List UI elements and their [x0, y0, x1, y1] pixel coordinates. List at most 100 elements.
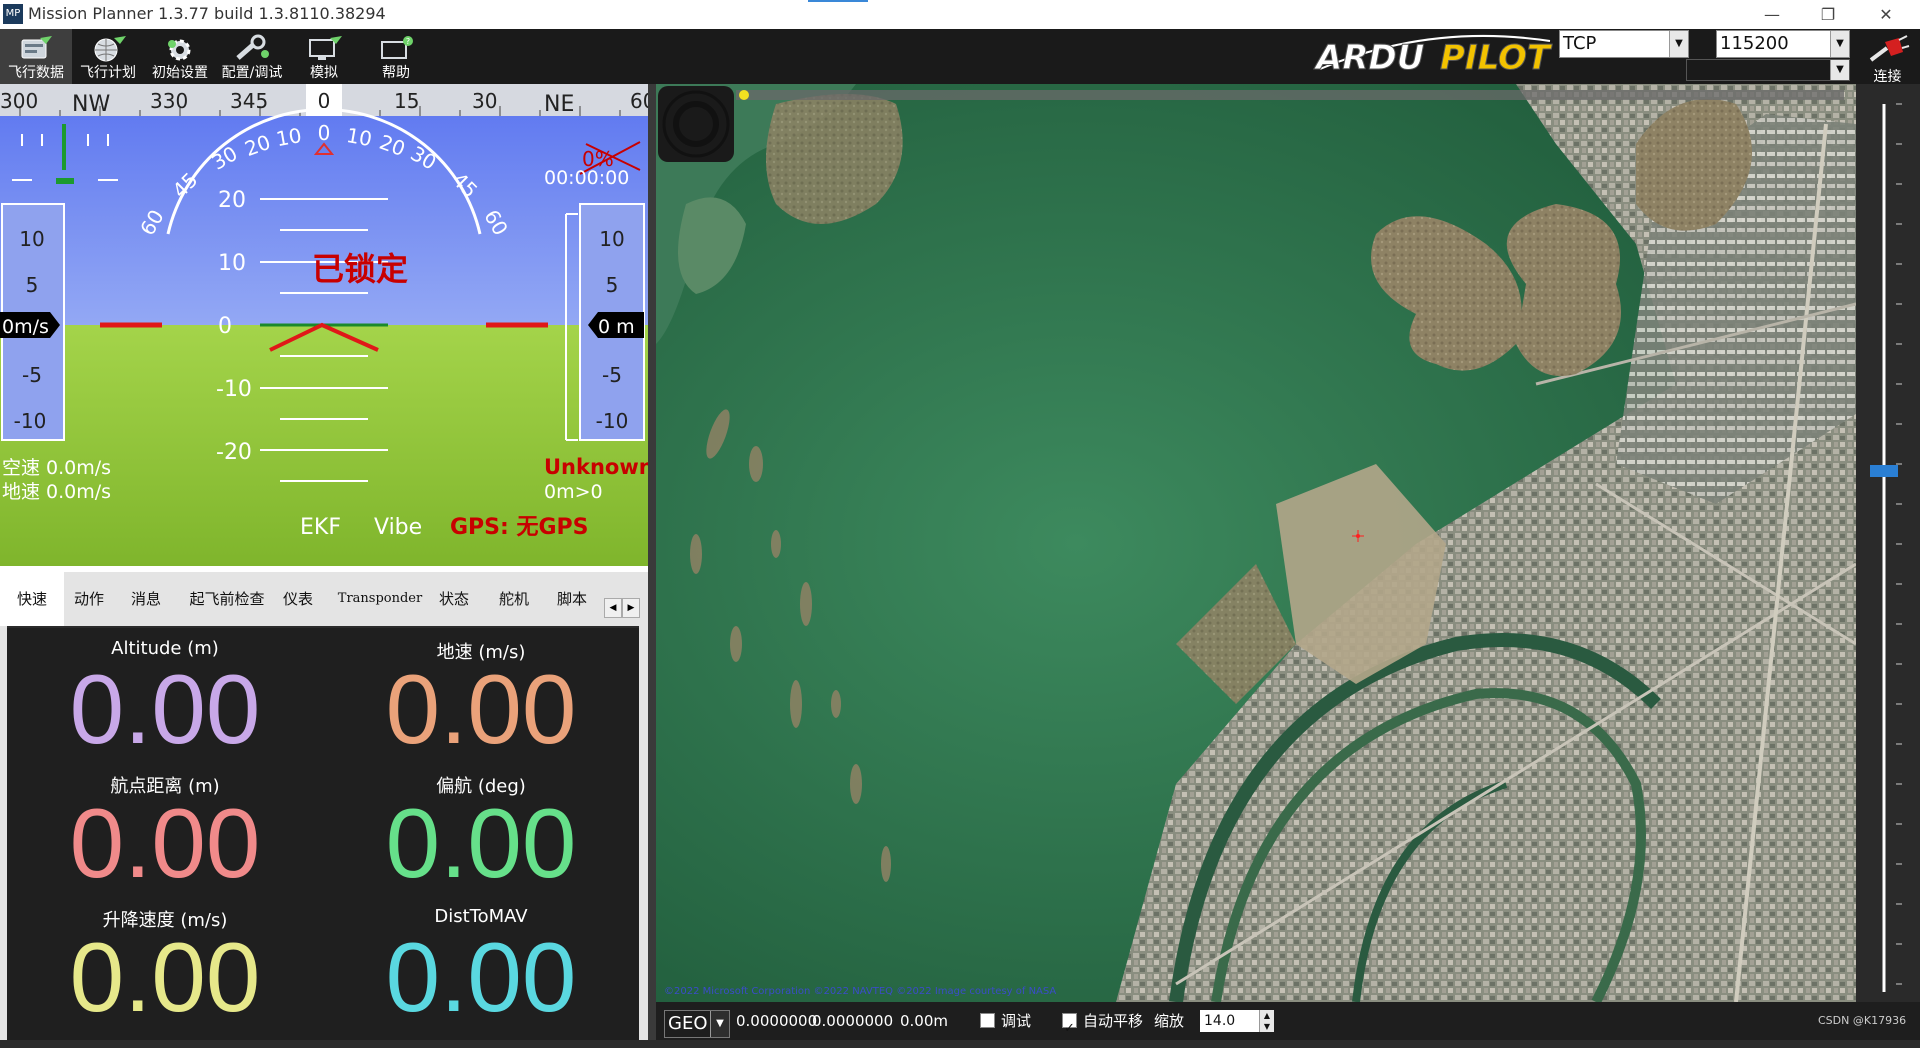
simulation-button[interactable]: 模拟 [288, 29, 360, 84]
armed-status: 已锁定 [312, 250, 408, 288]
roll-tick: 0 [318, 121, 331, 145]
quick-value: 0.00 [385, 654, 577, 764]
chevron-down-icon[interactable]: ▼ [1830, 60, 1849, 80]
tab-scripts[interactable]: 脚本 [548, 572, 596, 626]
title-accent-line [808, 0, 868, 2]
help-button[interactable]: ? 帮助 [360, 29, 432, 84]
baud-rate-select[interactable]: 115200 ▼ [1716, 30, 1850, 58]
ekf-indicator[interactable]: EKF [300, 515, 341, 540]
groundspeed-text: 地速 0.0m/s [2, 481, 111, 503]
tab-scroll-left-icon[interactable]: ◀ [604, 598, 622, 618]
heading-tick: NE [544, 92, 574, 117]
quick-cell-wp-distance[interactable]: 航点距离 (m) 0.00 [7, 762, 323, 898]
flight-plan-label: 飞行计划 [80, 65, 136, 81]
connect-button[interactable]: 连接 [1855, 29, 1920, 85]
window-title-bar: MP Mission Planner 1.3.77 build 1.3.8110… [0, 0, 1920, 29]
quick-cell-yaw[interactable]: 偏航 (deg) 0.00 [323, 762, 639, 898]
tab-quick[interactable]: 快速 [0, 572, 64, 626]
map-view[interactable]: 0 ©2022 Microsoft Corporation ©2022 NAVT… [656, 84, 1856, 1002]
quick-cell-dist-to-mav[interactable]: DistToMAV 0.00 [323, 896, 639, 1032]
quick-view-panel: Altitude (m) 0.00 地速 (m/s) 0.00 航点距离 (m)… [7, 628, 639, 1040]
zoom-label: 缩放 [1154, 1012, 1185, 1030]
connection-type-select[interactable]: TCP ▼ [1559, 30, 1689, 58]
initial-setup-button[interactable]: 初始设置 [144, 29, 216, 84]
tab-scroll-right-icon[interactable]: ▶ [622, 598, 640, 618]
heading-tick: NW [72, 92, 110, 117]
altitude-display: 0.00m [900, 1012, 949, 1030]
vibe-indicator[interactable]: Vibe [374, 515, 422, 540]
tab-servo[interactable]: 舵机 [490, 572, 538, 626]
autopan-checkbox[interactable]: 自动平移 [1062, 1002, 1144, 1048]
simulation-label: 模拟 [310, 65, 338, 81]
close-button[interactable]: ✕ [1858, 0, 1914, 29]
connection-type-value: TCP [1563, 33, 1597, 54]
roll-tick: 10 [274, 123, 303, 151]
tab-preflight[interactable]: 起飞前检查 [180, 572, 274, 626]
quick-border-left [0, 626, 7, 1040]
pitch-tick: 20 [218, 188, 246, 213]
coord-system-select[interactable]: GEO ▼ [664, 1010, 730, 1038]
zoom-value: 14.0 [1204, 1013, 1236, 1029]
stepper-arrows-icon[interactable]: ▲ ▼ [1259, 1010, 1274, 1032]
initial-setup-icon [168, 39, 191, 61]
chevron-down-icon[interactable]: ▼ [1669, 31, 1688, 57]
map-timeline-bar[interactable] [736, 90, 1844, 100]
airspeed-text: 空速 0.0m/s [2, 457, 111, 479]
main-toolbar: 飞行数据 飞行计划 初始设置 配置/调试 模拟 ? 帮助 ARDU PILOT … [0, 29, 1920, 84]
heading-tick: 345 [230, 89, 268, 113]
panel-splitter[interactable] [648, 84, 656, 1040]
config-tuning-button[interactable]: 配置/调试 [216, 29, 288, 84]
speed-tick: -10 [14, 409, 47, 433]
tab-actions[interactable]: 动作 [64, 572, 114, 626]
flight-plan-icon [94, 36, 126, 62]
autopan-label: 自动平移 [1083, 1012, 1144, 1030]
initial-setup-label: 初始设置 [152, 65, 208, 81]
app-icon: MP [3, 4, 23, 24]
connect-label: 连接 [1873, 69, 1902, 85]
latitude-display: 0.0000000 [736, 1012, 818, 1030]
tab-gauges[interactable]: 仪表 [276, 572, 320, 626]
quick-value: 0.00 [69, 922, 261, 1032]
vibration-base [56, 178, 74, 184]
svg-text:?: ? [406, 37, 410, 46]
flight-mode: Unknown [544, 455, 648, 479]
chevron-down-icon[interactable]: ▼ [1830, 31, 1849, 57]
baud-rate-value: 115200 [1720, 33, 1789, 54]
quick-cell-groundspeed[interactable]: 地速 (m/s) 0.00 [323, 628, 639, 764]
tab-messages[interactable]: 消息 [118, 572, 174, 626]
flight-data-button[interactable]: 飞行数据 [0, 29, 72, 84]
pitch-tick: 0 [218, 314, 232, 339]
zoom-slider-handle[interactable] [1870, 465, 1898, 477]
quick-cell-climb-rate[interactable]: 升降速度 (m/s) 0.00 [7, 896, 323, 1032]
pitch-tick: -10 [216, 377, 252, 402]
tab-status[interactable]: 状态 [432, 572, 476, 626]
map-zoom-panel [1856, 84, 1920, 1002]
restore-button[interactable]: ❐ [1800, 0, 1856, 29]
alt-readout: 0 m [598, 316, 635, 338]
map-status-bar: GEO ▼ 0.0000000 0.0000000 0.00m 调试 自动平移 … [656, 1002, 1920, 1048]
quick-cell-altitude[interactable]: Altitude (m) 0.00 [7, 628, 323, 764]
chevron-down-icon[interactable]: ▼ [710, 1011, 729, 1037]
logo-text-ardu: ARDU [1313, 38, 1424, 75]
heading-tick: 30 [472, 89, 497, 113]
minimize-button[interactable]: — [1744, 0, 1800, 29]
zoom-value-stepper[interactable]: 14.0 ▲ ▼ [1200, 1010, 1274, 1032]
timeline-slider-handle[interactable] [739, 90, 749, 100]
pitch-tick: 10 [218, 251, 246, 276]
longitude-display: 0.0000000 [812, 1012, 894, 1030]
hud-svg: 300 NW 330 345 0 15 30 NE 60 60 45 30 20… [0, 84, 648, 566]
ardupilot-logo: ARDU PILOT [1313, 35, 1553, 75]
port-select[interactable]: ▼ [1686, 59, 1850, 81]
autopan-checkbox-box[interactable] [1062, 1010, 1077, 1048]
flight-plan-button[interactable]: 飞行计划 [72, 29, 144, 84]
config-tuning-label: 配置/调试 [221, 65, 283, 81]
map-copyright: ©2022 Microsoft Corporation ©2022 NAVTEQ… [664, 986, 1056, 997]
help-icon: ? [381, 36, 413, 59]
debug-checkbox[interactable]: 调试 [980, 1002, 1031, 1040]
zoom-scale-svg [1870, 103, 1902, 992]
speed-tick: 10 [19, 227, 44, 251]
tab-transponder[interactable]: Transponder [330, 572, 430, 626]
debug-label: 调试 [1001, 1012, 1032, 1030]
window-title: Mission Planner 1.3.77 build 1.3.8110.38… [28, 4, 386, 23]
debug-checkbox-box[interactable] [980, 1013, 995, 1028]
